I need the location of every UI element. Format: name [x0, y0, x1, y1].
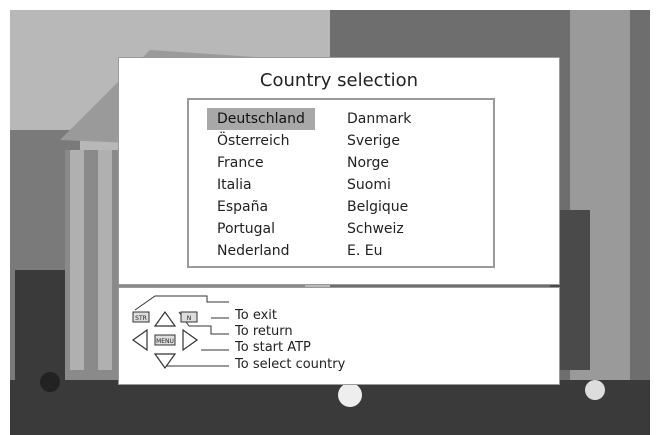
menu-key[interactable]: MENU	[154, 334, 176, 346]
country-item-sverige[interactable]: Sverige	[337, 130, 421, 152]
help-exit-label: To exit	[235, 308, 277, 323]
str-key-label: STR	[135, 315, 147, 322]
country-column-right: Danmark Sverige Norge Suomi Belgique Sch…	[347, 108, 421, 262]
help-return-label: To return	[235, 324, 293, 339]
country-item-danmark[interactable]: Danmark	[337, 108, 421, 130]
help-select-country-label: To select country	[235, 357, 346, 372]
panel-title: Country selection	[259, 70, 419, 91]
country-item-suomi[interactable]: Suomi	[337, 174, 421, 196]
tv-screen: Country selection Deutschland Österreich…	[0, 0, 660, 435]
country-item-osterreich[interactable]: Österreich	[207, 130, 315, 152]
country-item-espana[interactable]: España	[207, 196, 315, 218]
country-item-belgique[interactable]: Belgique	[337, 196, 421, 218]
country-selection-panel: Country selection Deutschland Österreich…	[118, 57, 560, 285]
country-item-e-eu[interactable]: E. Eu	[337, 240, 421, 262]
str-key[interactable]: STR	[132, 311, 150, 323]
remote-help-panel: STR N MENU To exit To return To start AT…	[118, 287, 560, 385]
n-key[interactable]: N	[180, 311, 198, 323]
arrow-left-icon[interactable]	[131, 328, 148, 352]
country-item-schweiz[interactable]: Schweiz	[337, 218, 421, 240]
country-item-portugal[interactable]: Portugal	[207, 218, 315, 240]
country-list: Deutschland Österreich France Italia Esp…	[187, 98, 495, 268]
country-column-left: Deutschland Österreich France Italia Esp…	[207, 108, 315, 262]
help-start-atp-label: To start ATP	[235, 340, 311, 355]
country-item-deutschland[interactable]: Deutschland	[207, 108, 315, 130]
country-item-italia[interactable]: Italia	[207, 174, 315, 196]
country-item-norge[interactable]: Norge	[337, 152, 421, 174]
arrow-up-icon[interactable]	[153, 310, 177, 327]
country-item-france[interactable]: France	[207, 152, 315, 174]
arrow-right-icon[interactable]	[182, 328, 199, 352]
menu-key-label: MENU	[156, 338, 174, 345]
country-item-nederland[interactable]: Nederland	[207, 240, 315, 262]
n-key-label: N	[187, 315, 192, 322]
